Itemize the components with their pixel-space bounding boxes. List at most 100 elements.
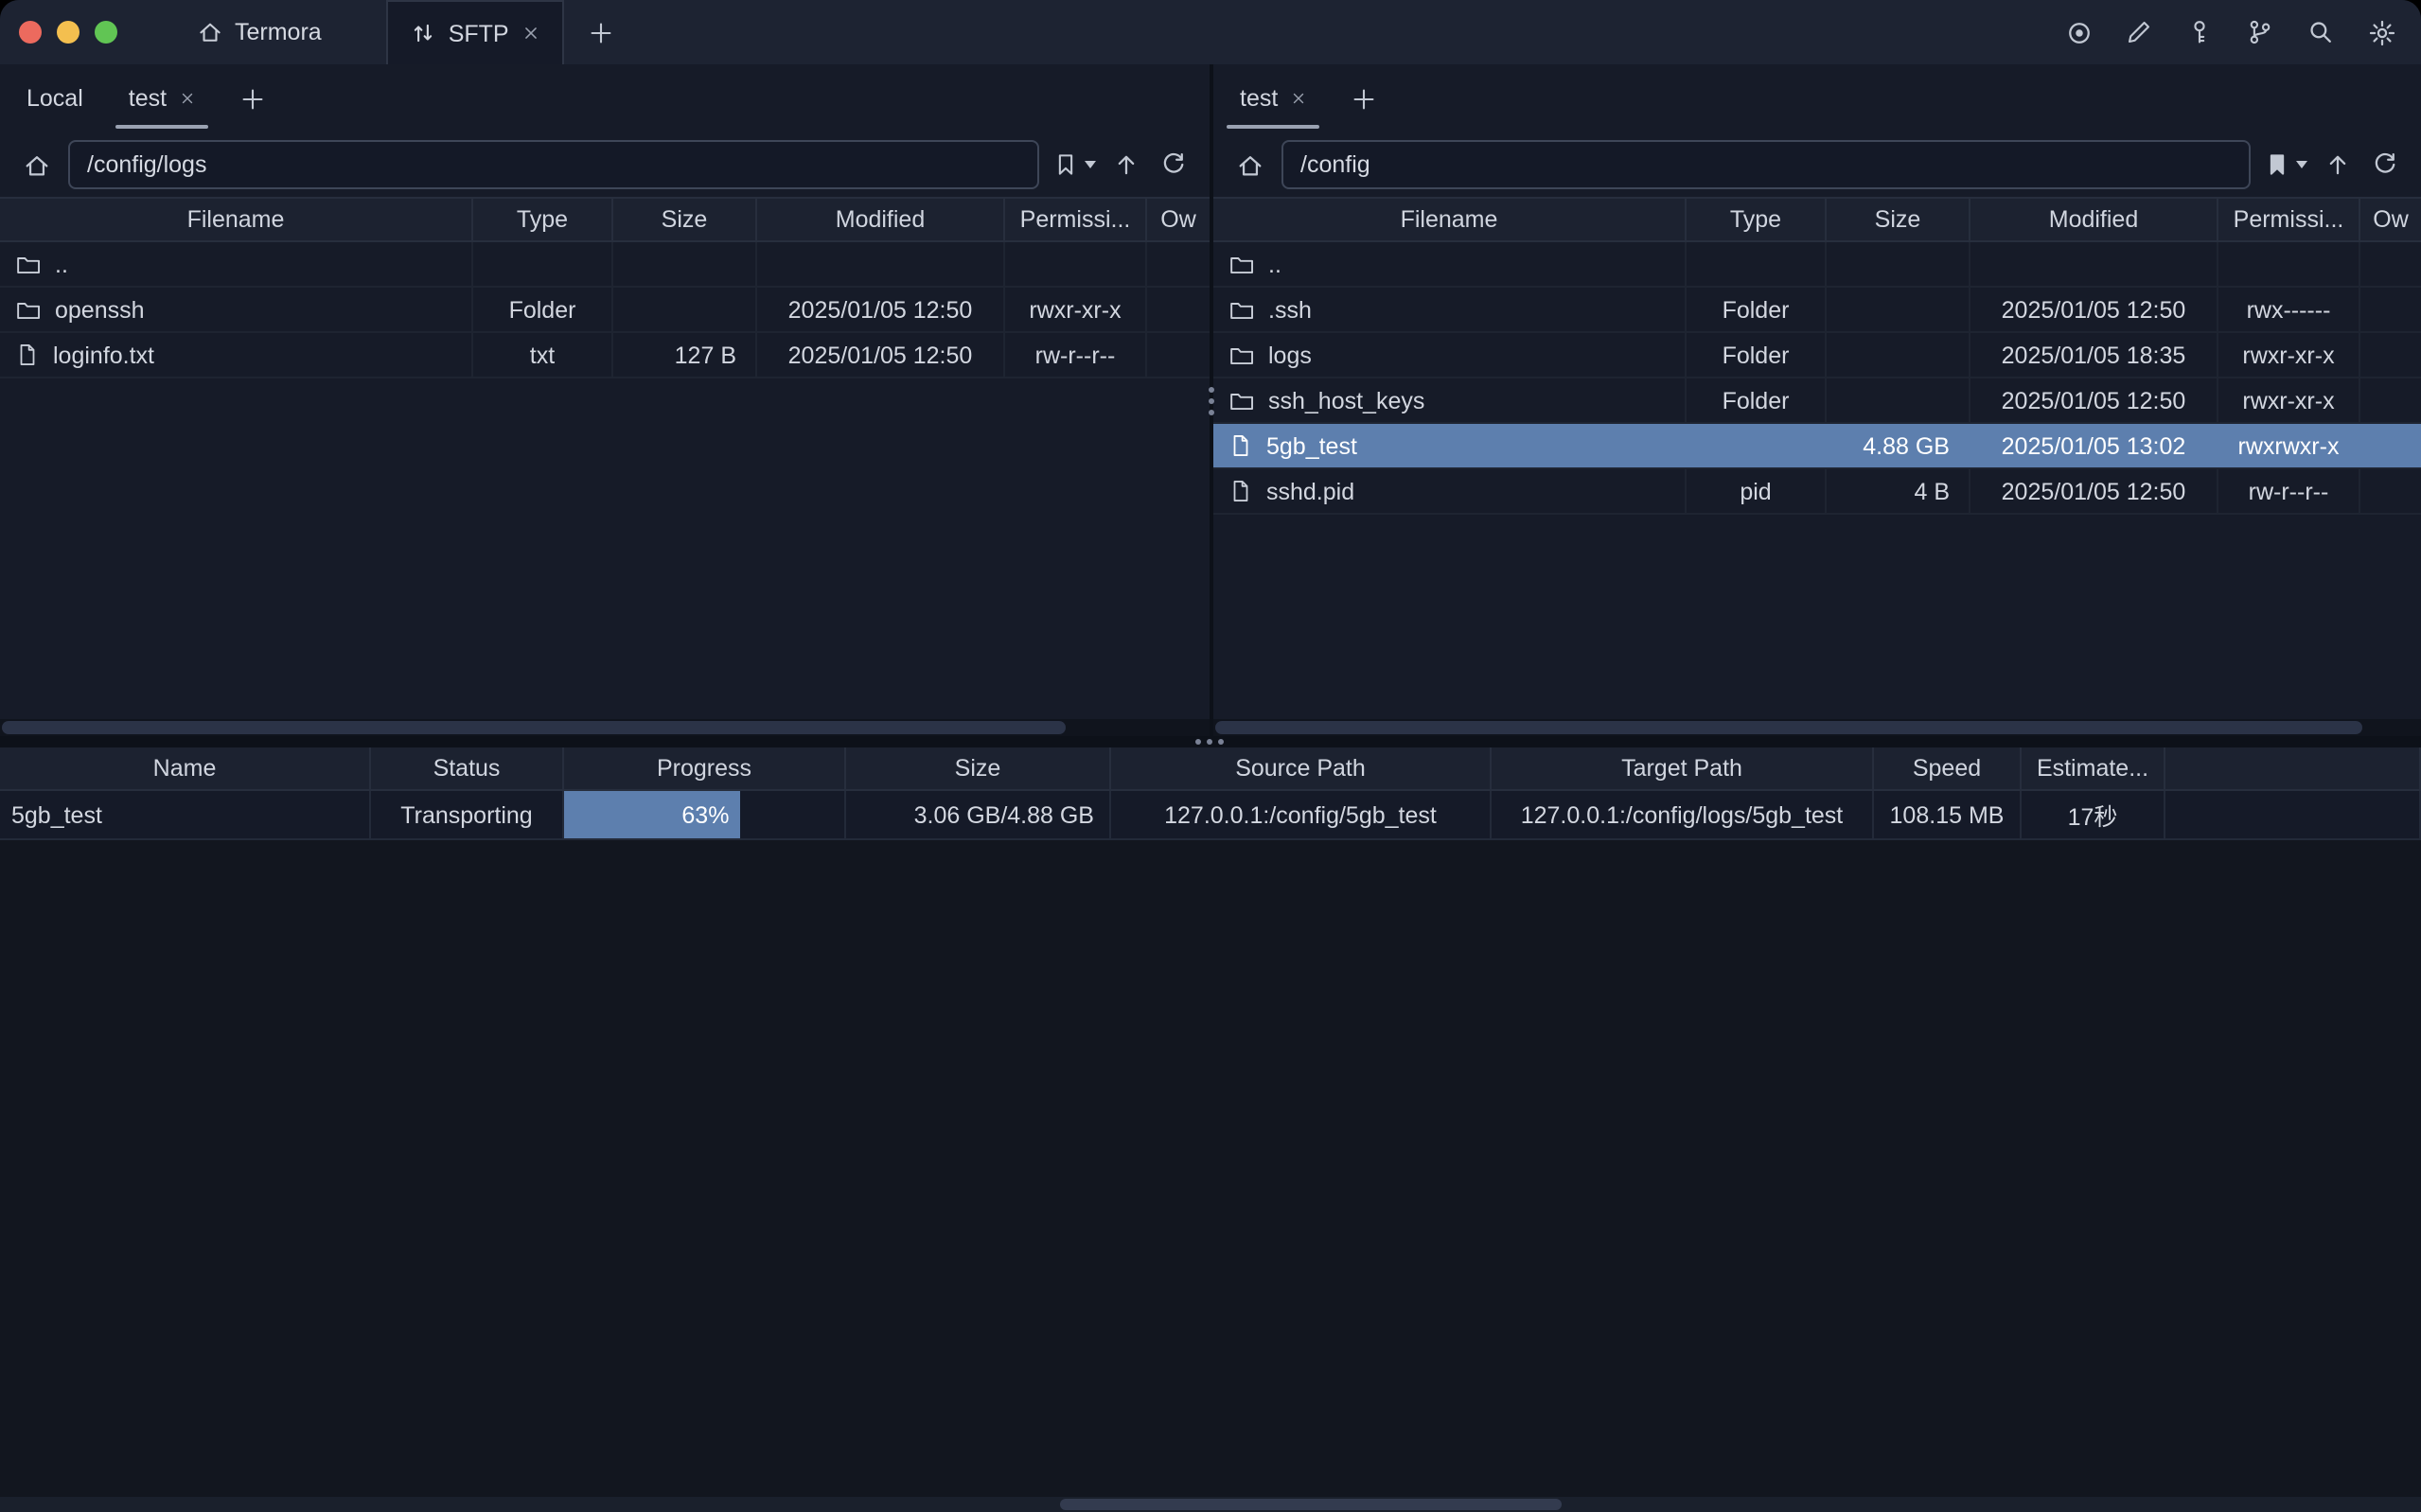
transfer-speed: 108.15 MB	[1874, 791, 2022, 838]
column-header-permissions[interactable]: Permissi...	[1005, 199, 1147, 240]
column-header-modified[interactable]: Modified	[1970, 199, 2218, 240]
column-header-owner[interactable]: Ow	[2360, 199, 2421, 240]
transfer-source-path: 127.0.0.1:/config/5gb_test	[1111, 791, 1492, 838]
tab-test-left[interactable]: test	[106, 64, 218, 132]
left-bookmark-button[interactable]	[1052, 151, 1096, 178]
column-header-type[interactable]: Type	[473, 199, 613, 240]
file-name: openssh	[55, 296, 145, 323]
right-bookmark-button[interactable]	[2264, 151, 2307, 178]
right-up-button[interactable]	[2321, 142, 2355, 187]
termora-window: Termora SFTP Local te	[0, 0, 2421, 1512]
file-row-ssh[interactable]: .ssh Folder 2025/01/05 12:50 rwx------	[1213, 288, 2421, 333]
close-sftp-tab-icon[interactable]	[522, 25, 539, 42]
right-refresh-button[interactable]	[2368, 142, 2402, 187]
column-header-target-path[interactable]: Target Path	[1492, 747, 1874, 789]
file-row-parent[interactable]: ..	[1213, 242, 2421, 288]
edit-button[interactable]	[2118, 11, 2160, 53]
close-window-button[interactable]	[19, 21, 42, 44]
key-icon	[2186, 19, 2213, 45]
file-name: loginfo.txt	[53, 342, 154, 368]
file-name: ..	[55, 251, 68, 277]
tab-local[interactable]: Local	[4, 64, 106, 132]
file-name: .ssh	[1268, 296, 1312, 323]
left-path-input[interactable]	[68, 140, 1039, 189]
left-home-button[interactable]	[19, 142, 55, 187]
tab-test-left-label: test	[129, 85, 167, 112]
keys-button[interactable]	[2179, 11, 2220, 53]
tab-test-right-label: test	[1240, 85, 1278, 112]
record-icon	[2064, 18, 2093, 46]
column-header-owner[interactable]: Ow	[1147, 199, 1210, 240]
titlebar: Termora SFTP	[0, 0, 2421, 64]
termora-tab-label: Termora	[235, 19, 322, 45]
tab-local-label: Local	[27, 85, 83, 112]
left-file-rows: .. openssh Folder 2025/01/05 12:50 rwxr-…	[0, 242, 1210, 719]
column-header-speed[interactable]: Speed	[1874, 747, 2022, 789]
settings-button[interactable]	[2360, 11, 2402, 53]
bookmark-icon	[1052, 151, 1079, 178]
left-refresh-button[interactable]	[1157, 142, 1191, 187]
column-header-status[interactable]: Status	[371, 747, 564, 789]
column-header-filename[interactable]: Filename	[0, 199, 473, 240]
column-header-size[interactable]: Size	[1827, 199, 1970, 240]
branch-icon	[2247, 19, 2273, 45]
tab-test-right[interactable]: test	[1217, 64, 1329, 132]
transfer-splitter[interactable]	[0, 736, 2421, 747]
right-path-input[interactable]	[1281, 140, 2251, 189]
scrollbar-thumb[interactable]	[1060, 1499, 1562, 1510]
file-row-logs[interactable]: logs Folder 2025/01/05 18:35 rwxr-xr-x	[1213, 333, 2421, 378]
file-row-openssh[interactable]: openssh Folder 2025/01/05 12:50 rwxr-xr-…	[0, 288, 1210, 333]
right-home-button[interactable]	[1232, 142, 1268, 187]
left-pane: Local test	[0, 64, 1210, 736]
right-horizontal-scrollbar	[1213, 719, 2421, 736]
tab-sftp[interactable]: SFTP	[386, 0, 564, 64]
column-header-type[interactable]: Type	[1687, 199, 1827, 240]
scrollbar-thumb[interactable]	[2, 721, 1066, 734]
chevron-down-icon	[2296, 161, 2307, 168]
close-tab-icon[interactable]	[1291, 91, 1306, 106]
column-header-progress[interactable]: Progress	[564, 747, 846, 789]
minimize-window-button[interactable]	[57, 21, 80, 44]
search-button[interactable]	[2300, 11, 2341, 53]
refresh-icon	[2372, 151, 2398, 178]
column-header-permissions[interactable]: Permissi...	[2218, 199, 2360, 240]
column-header-source-path[interactable]: Source Path	[1111, 747, 1492, 789]
port-forwarding-button[interactable]	[2239, 11, 2281, 53]
column-header-modified[interactable]: Modified	[757, 199, 1005, 240]
right-toolbar	[1213, 132, 2421, 197]
transfer-target-path: 127.0.0.1:/config/logs/5gb_test	[1492, 791, 1874, 838]
file-row-sshd-pid[interactable]: sshd.pid pid 4 B 2025/01/05 12:50 rw-r--…	[1213, 469, 2421, 515]
file-icon	[15, 343, 40, 367]
column-header-filename[interactable]: Filename	[1213, 199, 1687, 240]
arrow-up-icon	[1113, 151, 1140, 178]
add-tab-left-button[interactable]	[218, 64, 288, 132]
transfer-size: 3.06 GB/4.88 GB	[846, 791, 1111, 838]
scrollbar-thumb[interactable]	[1215, 721, 2362, 734]
add-tab-right-button[interactable]	[1329, 64, 1399, 132]
file-row-5gb-test-selected[interactable]: 5gb_test 4.88 GB 2025/01/05 13:02 rwxrwx…	[1213, 424, 2421, 469]
column-header-size[interactable]: Size	[613, 199, 757, 240]
sftp-tab-label: SFTP	[449, 20, 509, 46]
pane-splitter[interactable]	[1210, 64, 1213, 736]
column-header-name[interactable]: Name	[0, 747, 371, 789]
left-up-button[interactable]	[1109, 142, 1143, 187]
zoom-window-button[interactable]	[95, 21, 117, 44]
record-button[interactable]	[2058, 11, 2099, 53]
file-icon	[1228, 433, 1253, 458]
plus-icon	[589, 20, 613, 44]
file-row-parent[interactable]: ..	[0, 242, 1210, 288]
column-header-size[interactable]: Size	[846, 747, 1111, 789]
right-table-header: Filename Type Size Modified Permissi... …	[1213, 197, 2421, 242]
folder-icon	[1228, 387, 1255, 413]
file-name: ..	[1268, 251, 1281, 277]
file-row-ssh-host-keys[interactable]: ssh_host_keys Folder 2025/01/05 12:50 rw…	[1213, 378, 2421, 424]
bookmark-filled-icon	[2264, 151, 2290, 178]
file-row-loginfo[interactable]: loginfo.txt txt 127 B 2025/01/05 12:50 r…	[0, 333, 1210, 378]
new-tab-button[interactable]	[564, 0, 638, 64]
close-tab-icon[interactable]	[180, 91, 195, 106]
left-file-table: Filename Type Size Modified Permissi... …	[0, 197, 1210, 736]
file-name: ssh_host_keys	[1268, 387, 1424, 413]
transfer-row-5gb-test[interactable]: 5gb_test Transporting 63% 3.06 GB/4.88 G…	[0, 791, 2421, 840]
tab-termora[interactable]: Termora	[178, 0, 341, 64]
column-header-estimate[interactable]: Estimate...	[2022, 747, 2165, 789]
